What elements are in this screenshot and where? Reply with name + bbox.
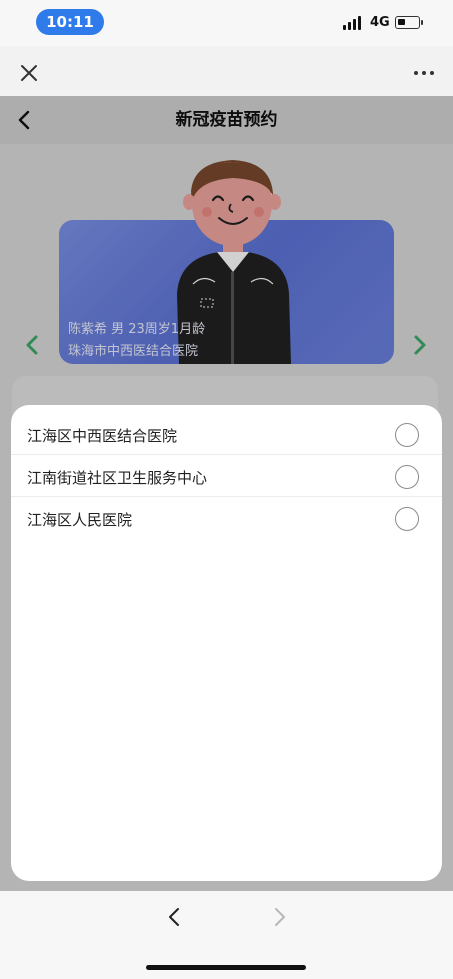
network-label: 4G	[370, 15, 390, 30]
radio-button[interactable]	[395, 507, 419, 531]
chevron-right-icon[interactable]	[272, 906, 288, 928]
status-time: 10:11	[36, 9, 104, 35]
hospital-option[interactable]: 江南街道社区卫生服务中心	[11, 455, 442, 497]
battery-icon	[395, 16, 423, 29]
hospital-option-label: 江海区人民医院	[27, 511, 133, 529]
radio-button[interactable]	[395, 423, 419, 447]
hospital-option[interactable]: 江海区人民医院	[11, 497, 442, 539]
signal-bars-icon	[343, 14, 363, 30]
browser-bottom-bar	[0, 891, 453, 979]
more-dots-icon[interactable]	[414, 71, 434, 77]
hospital-picker-sheet: 江海区中西医结合医院 江南街道社区卫生服务中心 江海区人民医院	[11, 405, 442, 881]
chevron-left-icon[interactable]	[166, 906, 182, 928]
hospital-option-label: 江南街道社区卫生服务中心	[27, 469, 208, 487]
close-icon[interactable]	[20, 64, 38, 82]
hospital-option[interactable]: 江海区中西医结合医院	[11, 413, 442, 455]
status-bar: 10:11 4G	[0, 0, 453, 46]
radio-button[interactable]	[395, 465, 419, 489]
home-indicator	[146, 965, 306, 970]
browser-top-bar	[0, 46, 453, 98]
hospital-option-label: 江海区中西医结合医院	[27, 427, 178, 445]
